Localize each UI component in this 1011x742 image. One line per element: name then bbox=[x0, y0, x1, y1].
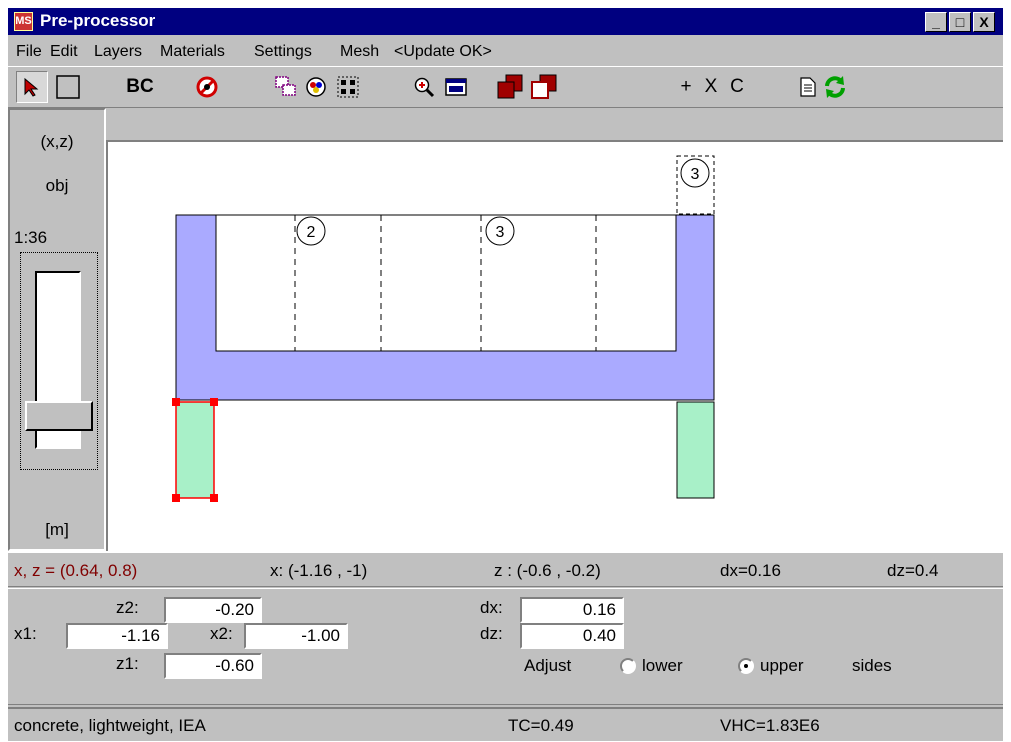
material-status-bar: concrete, lightweight, IEA TC=0.49 VHC=1… bbox=[8, 707, 1003, 741]
zoom-slider-thumb[interactable] bbox=[25, 401, 93, 432]
drawing-svg[interactable]: 2 3 3 bbox=[108, 142, 1001, 549]
z2-input[interactable]: -0.20 bbox=[164, 597, 262, 623]
document-icon bbox=[800, 77, 816, 97]
geometry-input-panel: z2: -0.20 x1: -1.16 x2: -1.00 z1: -0.60 … bbox=[8, 588, 1003, 705]
selected-left-footing-shape[interactable] bbox=[175, 401, 215, 499]
menu-mesh[interactable]: Mesh bbox=[340, 43, 379, 61]
upper-label[interactable]: upper bbox=[760, 656, 803, 676]
maximize-button[interactable]: □ bbox=[949, 12, 971, 32]
zoom-slider[interactable] bbox=[20, 252, 98, 470]
sides-label: sides bbox=[852, 656, 892, 675]
coord-system-label: (x,z) bbox=[40, 132, 74, 151]
rectangle-tool-button[interactable] bbox=[52, 71, 84, 103]
bring-front-icon bbox=[497, 74, 523, 99]
thermal-conductivity: TC=0.49 bbox=[508, 716, 574, 735]
toolbar: BC + X C bbox=[8, 66, 1003, 108]
rectangle-icon bbox=[56, 75, 80, 99]
bc-button[interactable]: BC bbox=[120, 71, 160, 103]
bottom-slab-shape[interactable] bbox=[176, 351, 714, 400]
material-name: concrete, lightweight, IEA bbox=[14, 716, 206, 735]
zoom-in-button[interactable] bbox=[408, 71, 440, 103]
menu-layers[interactable]: Layers bbox=[94, 43, 142, 61]
menu-file[interactable]: File bbox=[16, 43, 42, 61]
region-label-2: 2 bbox=[307, 224, 316, 241]
refresh-button[interactable] bbox=[820, 71, 850, 103]
no-entry-icon bbox=[196, 76, 218, 98]
selection-handle-tl[interactable] bbox=[172, 398, 180, 406]
cursor-coordinates: x, z = (0.64, 0.8) bbox=[14, 561, 138, 580]
x2-input[interactable]: -1.00 bbox=[244, 623, 348, 649]
menu-edit[interactable]: Edit bbox=[50, 43, 78, 61]
no-entry-button[interactable] bbox=[191, 71, 223, 103]
layers-select-button[interactable] bbox=[270, 71, 302, 103]
x-range-readout: x: (-1.16 , -1) bbox=[270, 561, 368, 580]
materials-icon bbox=[306, 77, 326, 97]
x1-input[interactable]: -1.16 bbox=[66, 623, 168, 649]
dx-label: dx: bbox=[480, 598, 503, 617]
dz-input[interactable]: 0.40 bbox=[520, 623, 624, 649]
lower-radio[interactable] bbox=[620, 658, 636, 674]
drawing-canvas[interactable]: 2 3 3 bbox=[106, 140, 1003, 551]
x2-label: x2: bbox=[210, 624, 233, 643]
menu-bar: File Edit Layers Materials Settings Mesh… bbox=[8, 38, 1003, 64]
bring-to-front-button[interactable] bbox=[492, 71, 528, 103]
window-title: Pre-processor bbox=[40, 11, 156, 30]
grid-points-icon bbox=[337, 76, 359, 98]
preprocessor-window: MS Pre-processor _ □ X File Edit Layers … bbox=[8, 8, 1003, 741]
z-range-readout: z : (-0.6 , -0.2) bbox=[494, 561, 601, 580]
selection-handle-tr[interactable] bbox=[210, 398, 218, 406]
dz-readout: dz=0.4 bbox=[887, 561, 939, 580]
menu-settings[interactable]: Settings bbox=[254, 43, 312, 61]
menu-update[interactable]: <Update OK> bbox=[394, 43, 492, 61]
send-back-icon bbox=[531, 74, 557, 99]
region-label-3b: 3 bbox=[691, 166, 700, 183]
dz-label: dz: bbox=[480, 624, 503, 643]
add-button[interactable]: + bbox=[676, 71, 696, 103]
grid-points-button[interactable] bbox=[332, 71, 364, 103]
cavity-region[interactable] bbox=[215, 214, 677, 352]
volumetric-heat-capacity: VHC=1.83E6 bbox=[720, 716, 820, 735]
dx-readout: dx=0.16 bbox=[720, 561, 781, 580]
zoom-in-icon bbox=[414, 77, 435, 98]
fit-view-button[interactable] bbox=[440, 71, 472, 103]
arrow-select-icon bbox=[24, 77, 39, 97]
select-tool-button[interactable] bbox=[16, 71, 48, 103]
delete-button[interactable]: X bbox=[699, 71, 723, 103]
materials-button[interactable] bbox=[300, 71, 332, 103]
document-button[interactable] bbox=[796, 71, 820, 103]
lower-label[interactable]: lower bbox=[642, 656, 683, 676]
adjust-label: Adjust bbox=[524, 656, 572, 675]
x1-label: x1: bbox=[14, 624, 37, 643]
z2-label: z2: bbox=[116, 598, 139, 617]
refresh-icon bbox=[825, 76, 845, 98]
send-to-back-button[interactable] bbox=[526, 71, 562, 103]
unit-label: [m] bbox=[45, 520, 69, 539]
coordinate-status-bar: x, z = (0.64, 0.8) x: (-1.16 , -1) z : (… bbox=[8, 551, 1003, 587]
dx-input[interactable]: 0.16 bbox=[520, 597, 624, 623]
close-button[interactable]: X bbox=[973, 12, 995, 32]
scale-label: 1:36 bbox=[14, 228, 48, 247]
z1-label: z1: bbox=[116, 654, 139, 673]
region-label-3: 3 bbox=[496, 224, 505, 241]
selection-handle-br[interactable] bbox=[210, 494, 218, 502]
object-mode-label: obj bbox=[45, 176, 69, 195]
minimize-button[interactable]: _ bbox=[925, 12, 947, 32]
left-panel: (x,z) obj 1:36 [m] bbox=[8, 108, 106, 551]
layers-select-icon bbox=[275, 76, 296, 96]
right-footing-shape[interactable] bbox=[676, 401, 715, 499]
title-bar[interactable]: MS Pre-processor _ □ X bbox=[8, 8, 1003, 35]
menu-materials[interactable]: Materials bbox=[160, 43, 225, 61]
selection-handle-bl[interactable] bbox=[172, 494, 180, 502]
upper-radio[interactable] bbox=[738, 658, 754, 674]
z1-input[interactable]: -0.60 bbox=[164, 653, 262, 679]
copy-button[interactable]: C bbox=[725, 71, 749, 103]
app-icon[interactable]: MS bbox=[14, 12, 33, 31]
fit-view-icon bbox=[445, 78, 467, 96]
